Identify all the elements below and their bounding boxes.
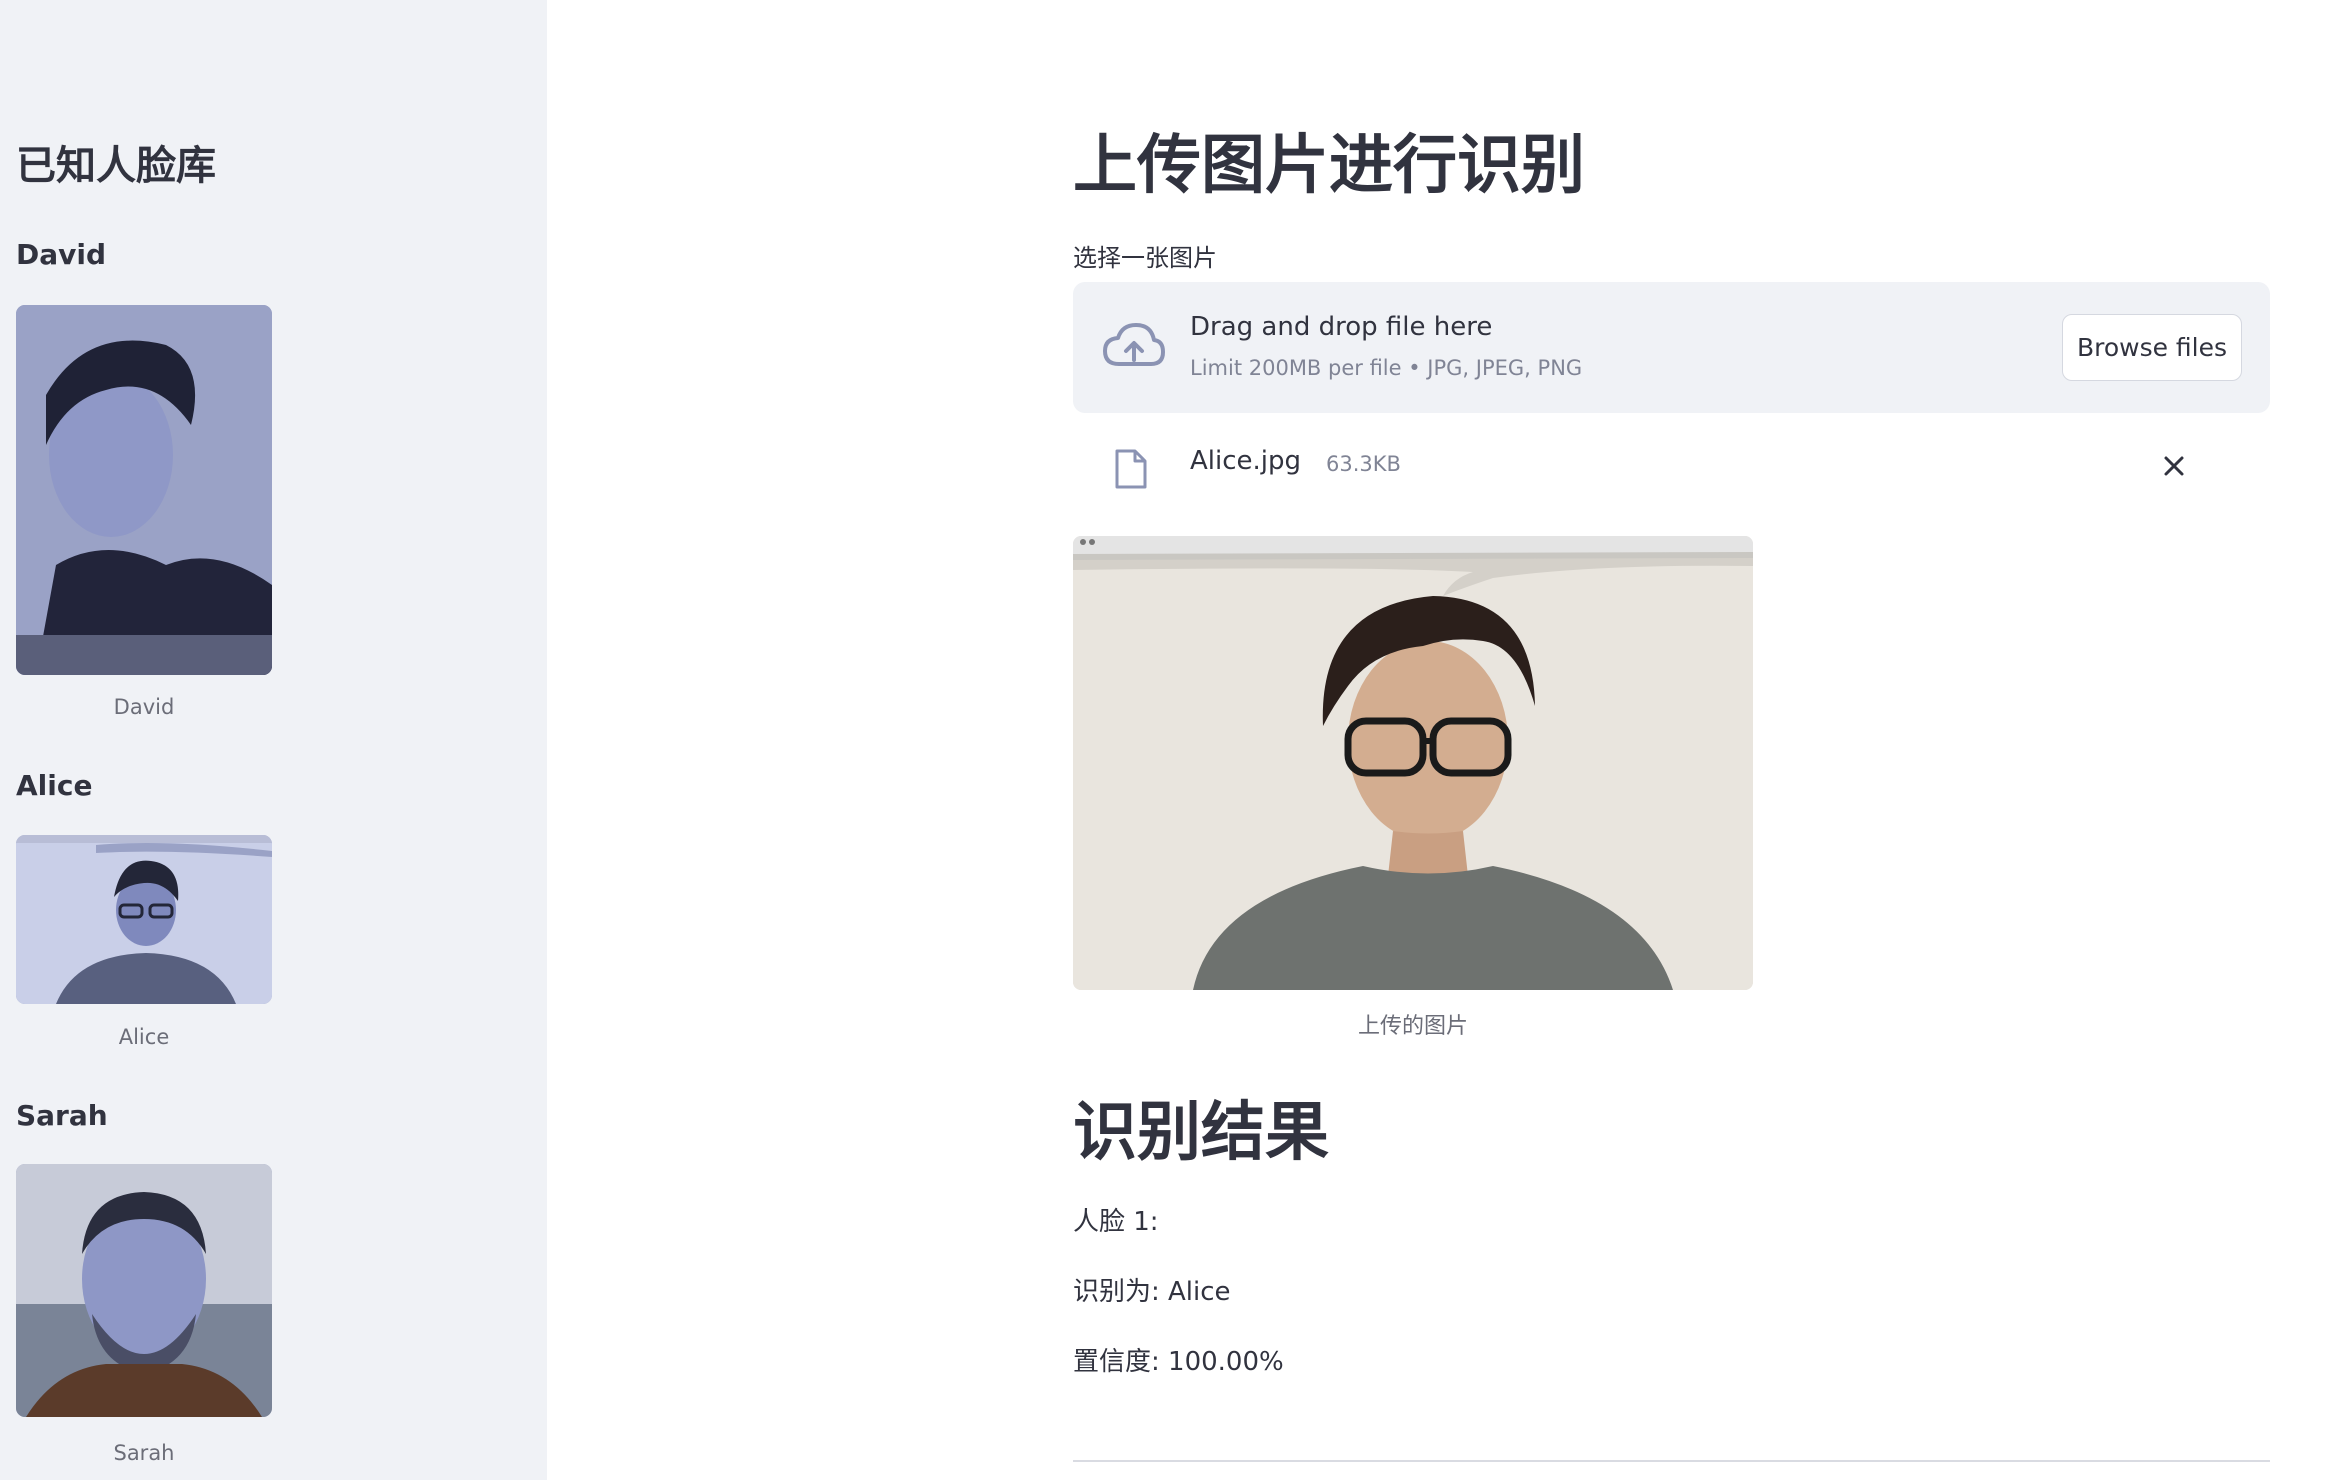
person-photo-sarah xyxy=(16,1164,272,1417)
result-face-label: 人脸 1: xyxy=(1073,1207,1159,1237)
uploaded-file-name: Alice.jpg xyxy=(1190,446,1302,476)
file-dropzone[interactable]: Drag and drop file here Limit 200MB per … xyxy=(1073,282,2270,413)
uploaded-image xyxy=(1073,536,1753,990)
uploaded-file-size: 63.3KB xyxy=(1326,452,1401,476)
dropzone-limit-text: Limit 200MB per file • JPG, JPEG, PNG xyxy=(1190,356,1583,380)
sidebar: 已知人脸库 David David Alice Alice Sarah Sara… xyxy=(0,0,547,1480)
main-content: 上传图片进行识别 选择一张图片 Drag and drop file here … xyxy=(547,0,2338,1480)
person-photo-david xyxy=(16,305,272,675)
person-name-david: David xyxy=(16,238,107,271)
page-title: 上传图片进行识别 xyxy=(1073,129,1585,203)
person-name-alice: Alice xyxy=(16,769,93,802)
file-icon xyxy=(1115,449,1147,489)
person-caption-david: David xyxy=(113,695,175,719)
cloud-upload-icon xyxy=(1103,323,1165,366)
results-title: 识别结果 xyxy=(1073,1096,1329,1170)
person-caption-alice: Alice xyxy=(118,1025,170,1049)
result-identified-as: 识别为: Alice xyxy=(1073,1277,1231,1307)
sidebar-title: 已知人脸库 xyxy=(16,143,216,189)
uploaded-image-caption: 上传的图片 xyxy=(1357,1014,1468,1039)
uploaded-file-row: Alice.jpg 63.3KB xyxy=(1073,430,2270,500)
person-caption-sarah: Sarah xyxy=(113,1441,175,1465)
person-name-sarah: Sarah xyxy=(16,1099,108,1132)
person-photo-alice xyxy=(16,835,272,1004)
browse-files-button[interactable]: Browse files xyxy=(2062,314,2242,381)
divider xyxy=(1073,1460,2270,1462)
dropzone-instructions: Drag and drop file here xyxy=(1190,312,1493,342)
close-icon[interactable] xyxy=(2158,450,2190,482)
result-confidence: 置信度: 100.00% xyxy=(1073,1347,1284,1377)
file-uploader-label: 选择一张图片 xyxy=(1073,244,1217,272)
